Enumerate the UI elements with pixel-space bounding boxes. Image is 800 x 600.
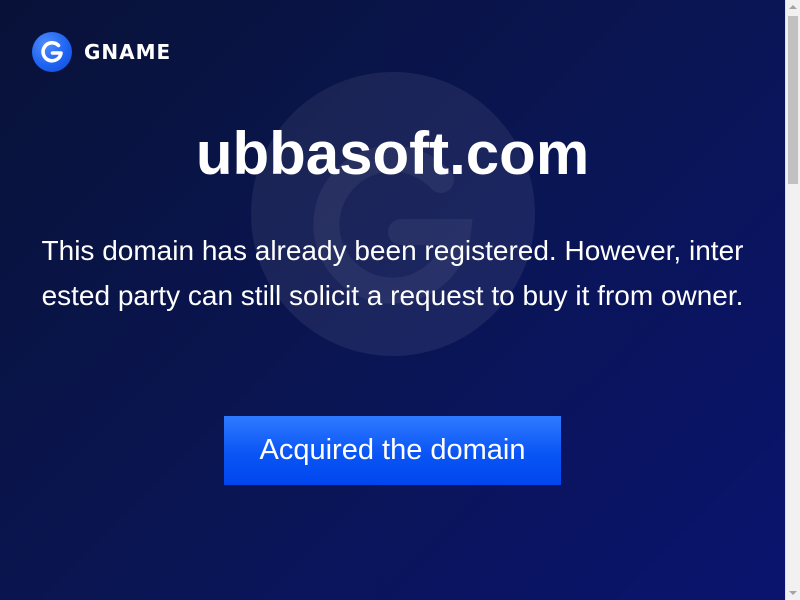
- domain-name-title: ubbasoft.com: [195, 120, 590, 187]
- landing-page: GNAME ubbasoft.com This domain has alrea…: [0, 0, 785, 600]
- gname-g-logo-icon: [32, 32, 72, 72]
- vertical-scrollbar[interactable]: [785, 0, 800, 600]
- acquire-domain-button[interactable]: Acquired the domain: [224, 416, 561, 485]
- scroll-up-arrow-icon[interactable]: [789, 5, 797, 9]
- gname-logo[interactable]: GNAME: [32, 32, 171, 72]
- brand-name: GNAME: [84, 40, 172, 64]
- scroll-down-arrow-icon[interactable]: [789, 591, 797, 595]
- registration-message: This domain has already been registered.…: [41, 235, 744, 311]
- scrollbar-thumb[interactable]: [788, 16, 798, 184]
